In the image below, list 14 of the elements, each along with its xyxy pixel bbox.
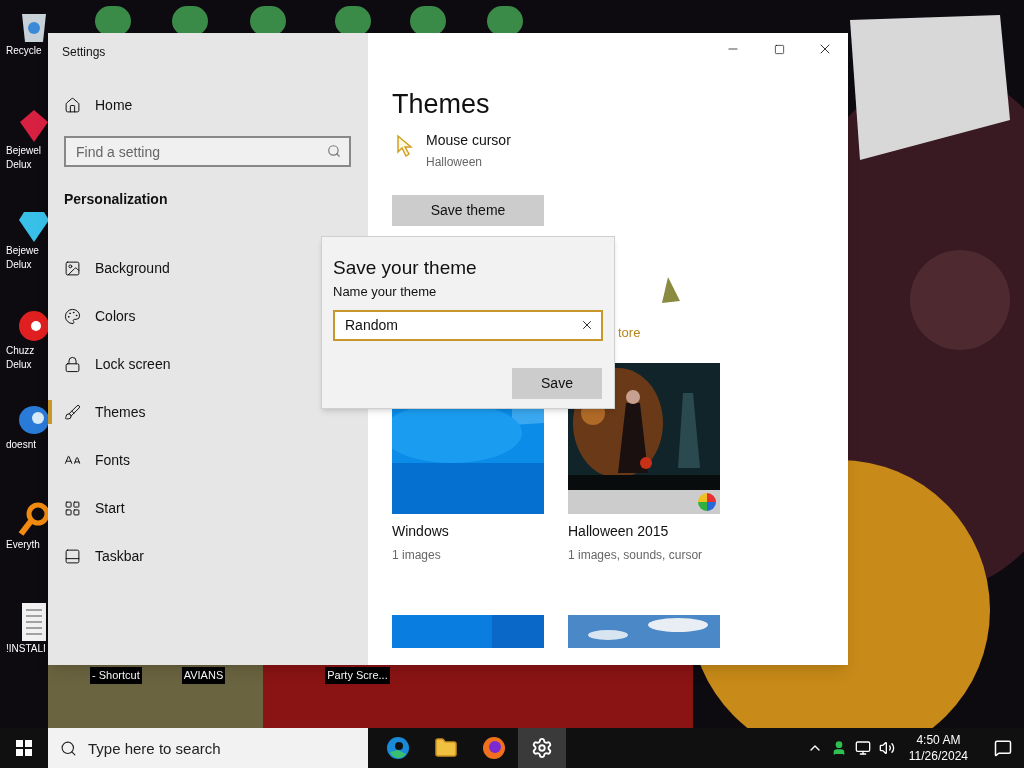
folder-icon <box>434 736 458 760</box>
notification-icon[interactable] <box>994 739 1012 757</box>
edge-icon <box>386 736 410 760</box>
time-text: 4:50 AM <box>916 732 961 748</box>
network-icon[interactable] <box>854 740 871 756</box>
windows-logo-icon <box>16 740 32 756</box>
clock[interactable]: 4:50 AM 11/26/2024 <box>902 732 974 764</box>
firefox-icon <box>482 736 506 760</box>
taskbar-search-field[interactable]: Type here to search <box>48 728 368 768</box>
volume-icon[interactable] <box>878 740 895 756</box>
search-icon <box>60 740 77 757</box>
gear-icon <box>531 737 553 759</box>
taskbar-app-button[interactable] <box>518 728 566 768</box>
date-text: 11/26/2024 <box>908 748 968 764</box>
